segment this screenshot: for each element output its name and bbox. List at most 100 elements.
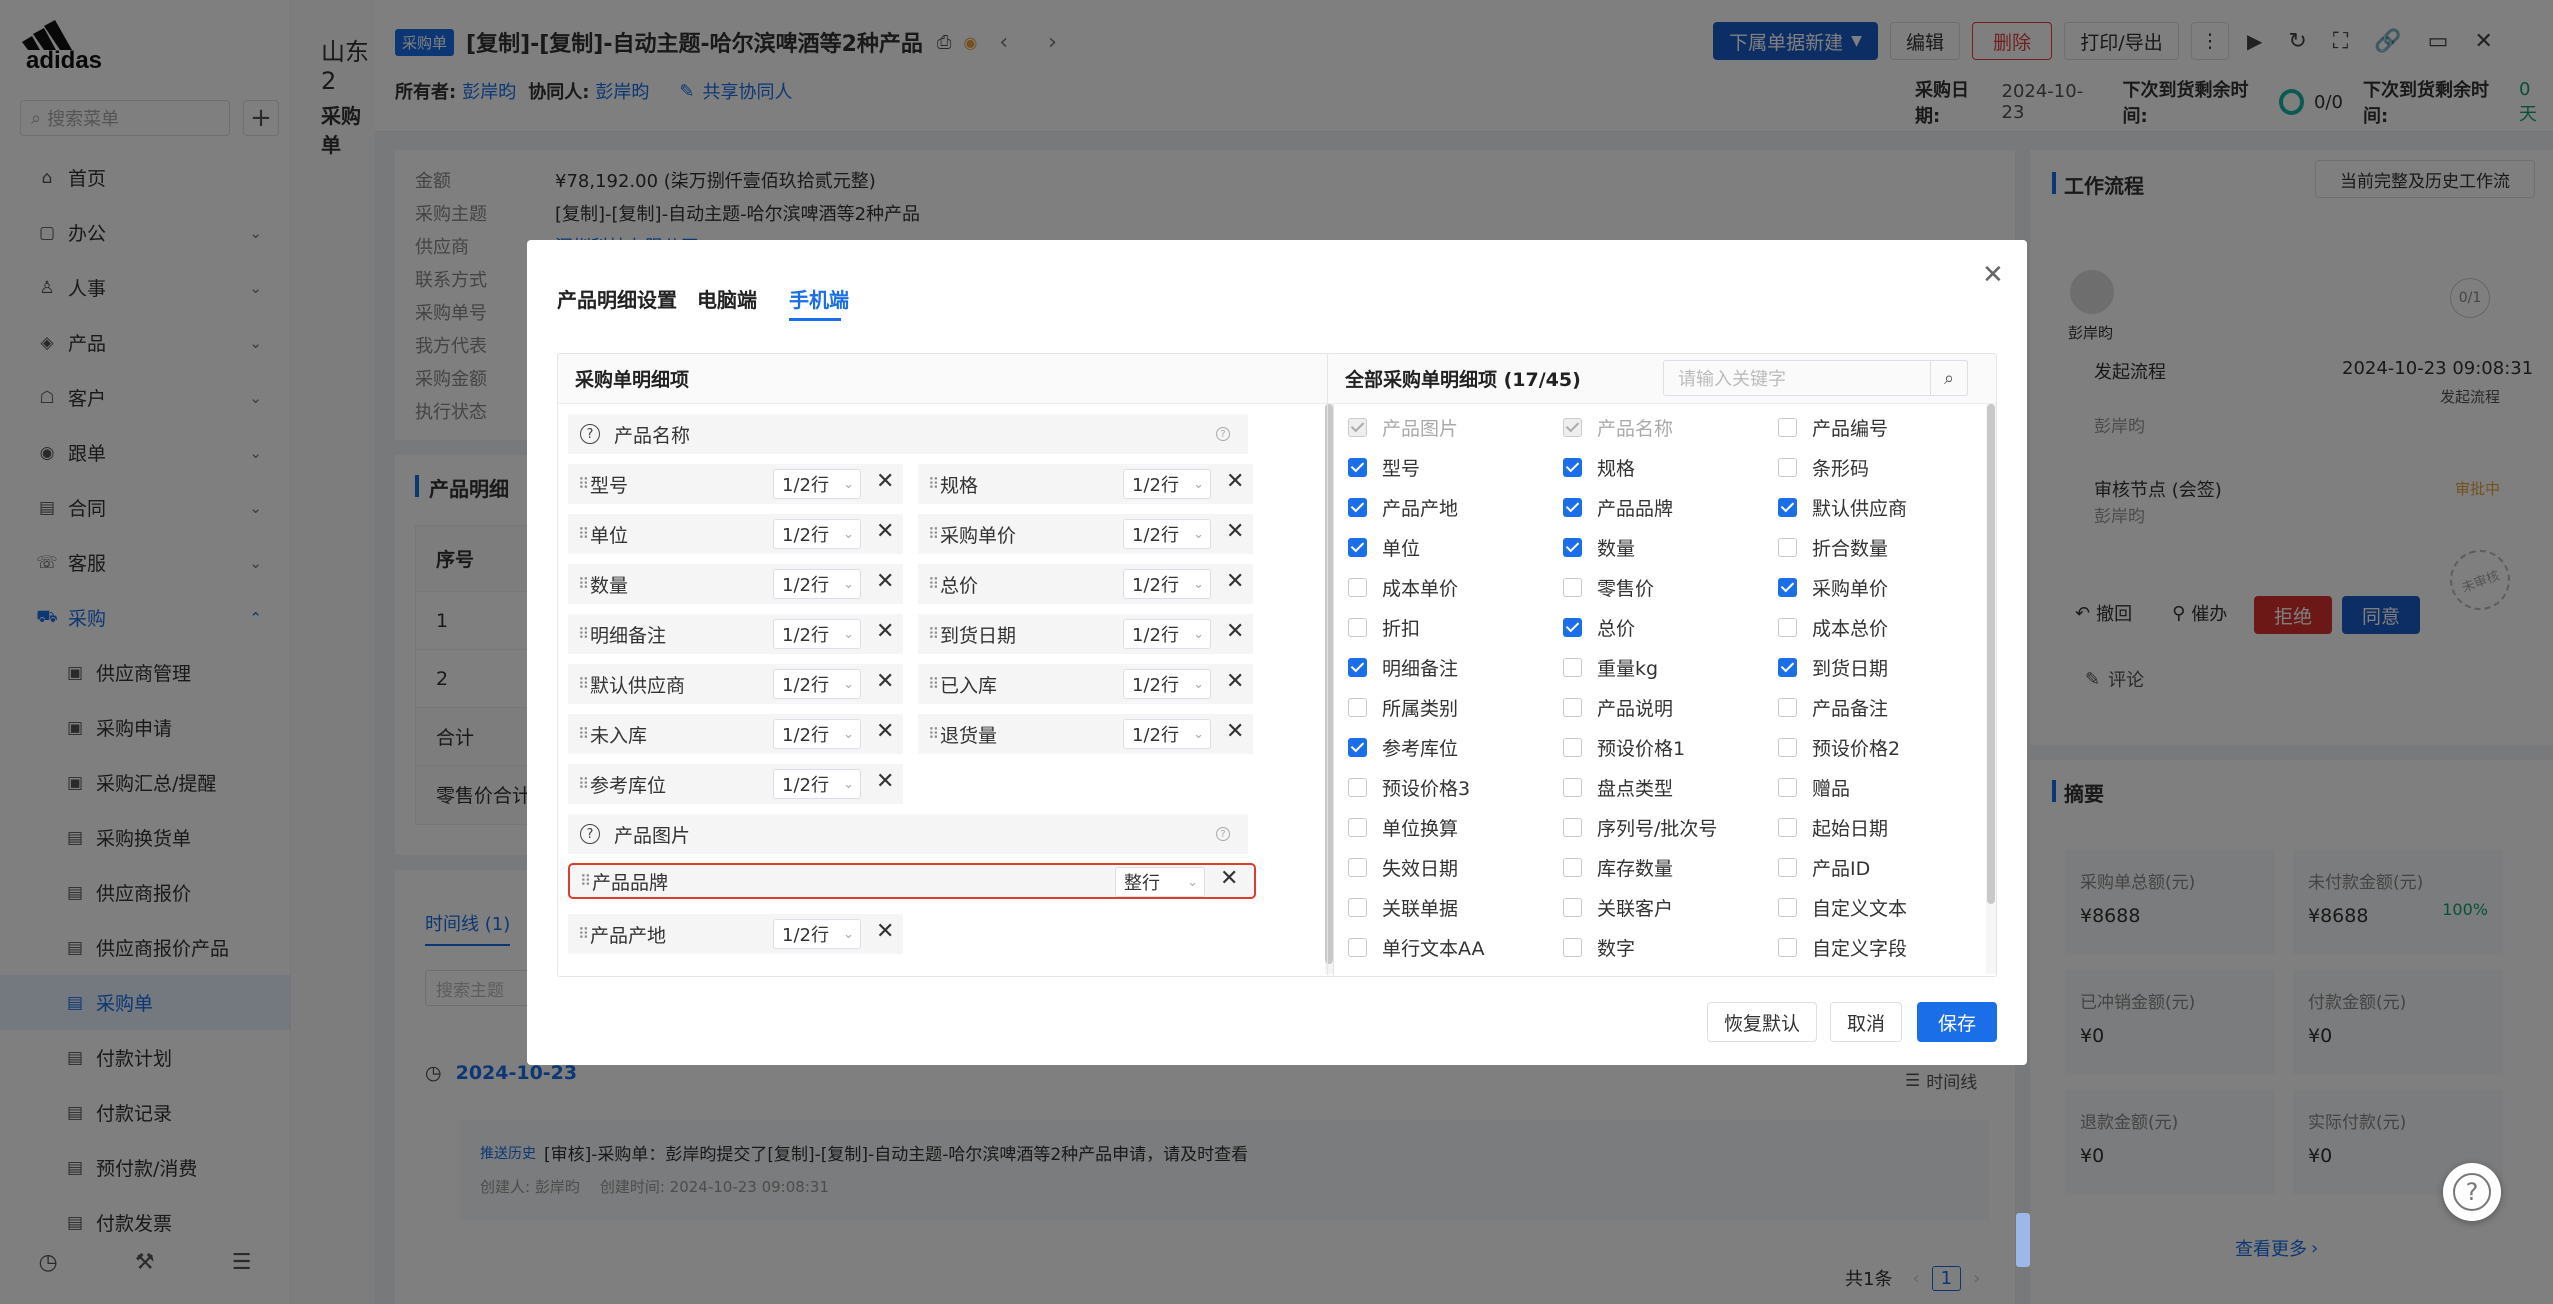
drag-handle-icon[interactable]: ⠿	[928, 475, 939, 493]
checkbox-icon[interactable]	[1778, 897, 1797, 917]
field-row[interactable]: ⠿ 采购单价 1/2行 ⌄ ✕	[918, 514, 1253, 554]
field-row[interactable]: ⠿ 未入库 1/2行 ⌄ ✕	[568, 714, 903, 754]
checkbox-checked-icon[interactable]	[1563, 537, 1582, 557]
drag-handle-icon[interactable]: ⠿	[578, 475, 589, 493]
field-option[interactable]: 采购单价	[1778, 574, 1888, 600]
collapse-handle[interactable]	[2016, 1213, 2030, 1267]
field-option[interactable]: 失效日期	[1348, 854, 1458, 880]
checkbox-icon[interactable]	[1348, 857, 1367, 877]
field-row[interactable]: ⠿ 到货日期 1/2行 ⌄ ✕	[918, 614, 1253, 654]
field-option[interactable]: 到货日期	[1778, 654, 1888, 680]
field-option[interactable]: 预设价格3	[1348, 774, 1470, 800]
field-option[interactable]: 自定义文本	[1778, 894, 1907, 920]
field-option[interactable]: 数量	[1563, 534, 1635, 560]
field-option[interactable]: 参考库位	[1348, 734, 1458, 760]
field-option[interactable]: 零售价	[1563, 574, 1654, 600]
checkbox-icon[interactable]	[1348, 617, 1367, 637]
field-option[interactable]: 盘点类型	[1563, 774, 1673, 800]
checkbox-icon[interactable]	[1348, 697, 1367, 717]
checkbox-icon[interactable]	[1563, 817, 1582, 837]
drag-handle-icon[interactable]: ⠿	[928, 575, 939, 593]
checkbox-icon[interactable]	[1348, 937, 1367, 957]
size-select[interactable]: 1/2行 ⌄	[1123, 619, 1211, 649]
field-row[interactable]: ⠿ 已入库 1/2行 ⌄ ✕	[918, 664, 1253, 704]
field-option[interactable]: 产品备注	[1778, 694, 1888, 720]
drag-handle-icon[interactable]: ⠿	[578, 925, 589, 943]
close-icon[interactable]: ✕	[1982, 260, 2004, 290]
checkbox-icon[interactable]	[1778, 937, 1797, 957]
field-option[interactable]: 预设价格1	[1563, 734, 1685, 760]
checkbox-checked-icon[interactable]	[1348, 497, 1367, 517]
checkbox-icon[interactable]	[1563, 937, 1582, 957]
remove-icon[interactable]: ✕	[1220, 866, 1238, 891]
field-option[interactable]: 产品ID	[1778, 854, 1870, 880]
field-option[interactable]: 起始日期	[1778, 814, 1888, 840]
field-option[interactable]: 关联客户	[1563, 894, 1673, 920]
tab-desktop[interactable]: 电脑端	[697, 284, 757, 313]
scroll-thumb[interactable]	[1987, 404, 1995, 904]
drag-handle-icon[interactable]: ⠿	[928, 625, 939, 643]
checkbox-icon[interactable]	[1563, 737, 1582, 757]
size-select[interactable]: 1/2行 ⌄	[773, 569, 861, 599]
checkbox-icon[interactable]	[1348, 777, 1367, 797]
field-option[interactable]: 型号	[1348, 454, 1420, 480]
field-option[interactable]: 单行文本AA	[1348, 934, 1485, 960]
checkbox-icon[interactable]	[1348, 897, 1367, 917]
checkbox-icon[interactable]	[1778, 857, 1797, 877]
help-small-icon[interactable]: ?	[1216, 827, 1230, 841]
size-select[interactable]: 1/2行 ⌄	[773, 769, 861, 799]
remove-icon[interactable]: ✕	[1226, 719, 1244, 744]
drag-handle-icon[interactable]: ⠿	[578, 775, 589, 793]
checkbox-icon[interactable]	[1778, 777, 1797, 797]
remove-icon[interactable]: ✕	[876, 919, 894, 944]
field-option[interactable]: 成本单价	[1348, 574, 1458, 600]
checkbox-icon[interactable]	[1348, 577, 1367, 597]
field-option[interactable]: 规格	[1563, 454, 1635, 480]
field-option[interactable]: 产品编号	[1778, 414, 1888, 440]
drag-handle-icon[interactable]: ⠿	[928, 675, 939, 693]
checkbox-icon[interactable]	[1348, 817, 1367, 837]
checkbox-icon[interactable]	[1778, 537, 1797, 557]
checkbox-icon[interactable]	[1778, 617, 1797, 637]
checkbox-icon[interactable]	[1778, 817, 1797, 837]
checkbox-checked-icon[interactable]	[1348, 657, 1367, 677]
size-select[interactable]: 1/2行 ⌄	[773, 619, 861, 649]
field-option[interactable]: 成本总价	[1778, 614, 1888, 640]
field-option[interactable]: 单位	[1348, 534, 1420, 560]
remove-icon[interactable]: ✕	[876, 469, 894, 494]
checkbox-checked-icon[interactable]	[1778, 657, 1797, 677]
checkbox-checked-icon[interactable]	[1348, 737, 1367, 757]
field-option[interactable]: 产品说明	[1563, 694, 1673, 720]
remove-icon[interactable]: ✕	[1226, 569, 1244, 594]
checkbox-checked-icon[interactable]	[1563, 457, 1582, 477]
checkbox-icon[interactable]	[1563, 417, 1582, 437]
field-option[interactable]: 重量kg	[1563, 654, 1658, 680]
checkbox-checked-icon[interactable]	[1348, 537, 1367, 557]
field-option[interactable]: 默认供应商	[1778, 494, 1907, 520]
checkbox-icon[interactable]	[1563, 857, 1582, 877]
checkbox-checked-icon[interactable]	[1778, 497, 1797, 517]
field-option[interactable]: 所属类别	[1348, 694, 1458, 720]
checkbox-icon[interactable]	[1563, 897, 1582, 917]
size-select[interactable]: 1/2行 ⌄	[1123, 519, 1211, 549]
checkbox-icon[interactable]	[1563, 697, 1582, 717]
checkbox-icon[interactable]	[1563, 657, 1582, 677]
field-row[interactable]: ⠿ 数量 1/2行 ⌄ ✕	[568, 564, 903, 604]
field-option[interactable]: 赠品	[1778, 774, 1850, 800]
remove-icon[interactable]: ✕	[1226, 669, 1244, 694]
field-row[interactable]: ⠿ 型号 1/2行 ⌄ ✕	[568, 464, 903, 504]
field-option[interactable]: 总价	[1563, 614, 1635, 640]
checkbox-checked-icon[interactable]	[1778, 577, 1797, 597]
field-row[interactable]: ⠿ 单位 1/2行 ⌄ ✕	[568, 514, 903, 554]
size-select[interactable]: 整行 ⌄	[1115, 867, 1205, 897]
field-option[interactable]: 库存数量	[1563, 854, 1673, 880]
size-select[interactable]: 1/2行 ⌄	[1123, 569, 1211, 599]
help-small-icon[interactable]: ?	[1216, 427, 1230, 441]
checkbox-icon[interactable]	[1778, 697, 1797, 717]
drag-handle-icon[interactable]: ⠿	[578, 575, 589, 593]
field-row[interactable]: ⠿ 退货量 1/2行 ⌄ ✕	[918, 714, 1253, 754]
remove-icon[interactable]: ✕	[876, 669, 894, 694]
drag-handle-icon[interactable]: ⠿	[578, 675, 589, 693]
field-option[interactable]: 单位换算	[1348, 814, 1458, 840]
field-row[interactable]: ⠿ 总价 1/2行 ⌄ ✕	[918, 564, 1253, 604]
